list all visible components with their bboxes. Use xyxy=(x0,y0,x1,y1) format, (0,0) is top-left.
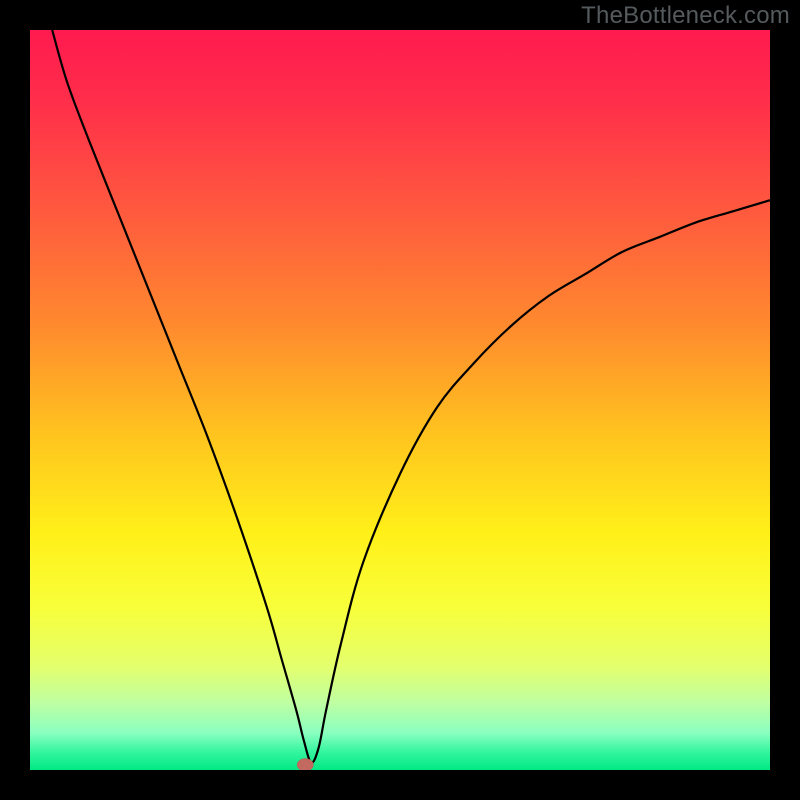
chart-svg xyxy=(30,30,770,770)
plot-area xyxy=(30,30,770,770)
chart-frame: TheBottleneck.com xyxy=(0,0,800,800)
watermark-text: TheBottleneck.com xyxy=(581,2,790,30)
gradient-background xyxy=(30,30,770,770)
minimum-marker xyxy=(297,759,313,770)
